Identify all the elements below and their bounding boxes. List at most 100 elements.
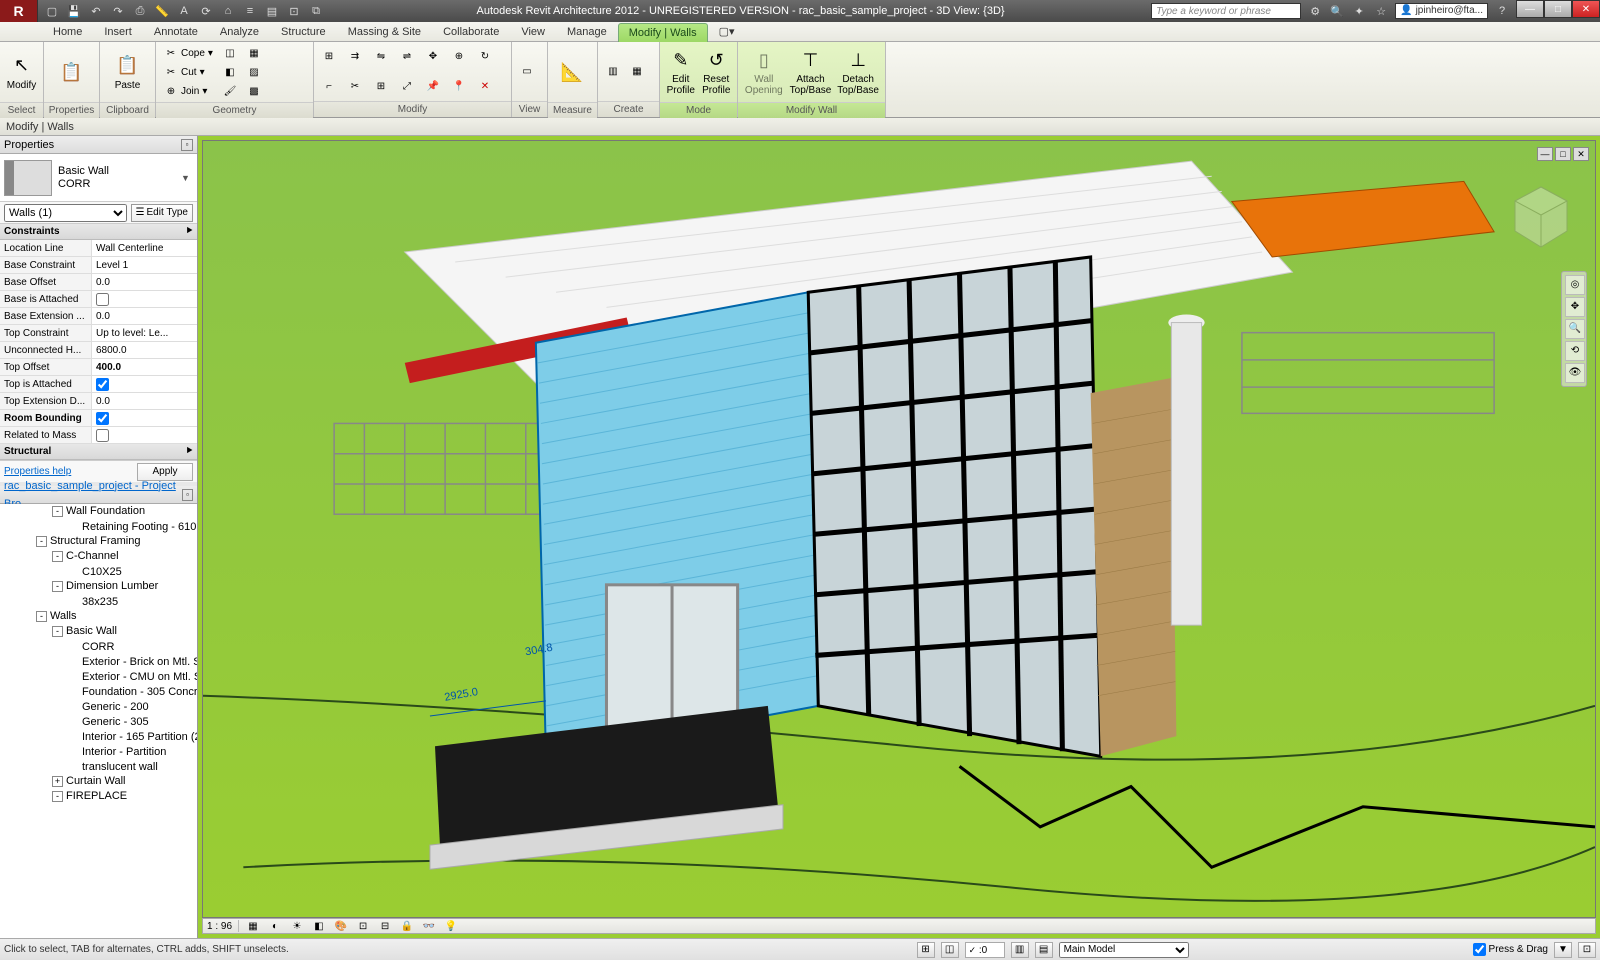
tree-expander-icon[interactable]: - — [52, 506, 63, 517]
prop-row[interactable]: Base is Attached — [0, 291, 197, 308]
prop-group-constraints[interactable]: Constraints⯈ — [0, 224, 197, 240]
tree-expander-icon[interactable]: + — [52, 776, 63, 787]
move-button[interactable]: ✥ — [422, 48, 444, 66]
design-options-icon[interactable]: ◫ — [941, 942, 959, 958]
active-only-field[interactable]: ✓ :0 — [965, 942, 1005, 958]
close-hidden-icon[interactable]: ⊡ — [286, 3, 302, 19]
exclude-options-icon[interactable]: ▤ — [1035, 942, 1053, 958]
steering-wheel-icon[interactable]: ◎ — [1565, 275, 1585, 295]
edit-profile-button[interactable]: ✎Edit Profile — [664, 44, 698, 100]
chevron-down-icon[interactable]: ▼ — [181, 173, 193, 183]
workset-select[interactable]: Main Model — [1059, 942, 1189, 958]
tree-expander-icon[interactable]: - — [36, 611, 47, 622]
tree-expander-icon[interactable]: - — [52, 581, 63, 592]
tab-view[interactable]: View — [510, 22, 556, 41]
undo-icon[interactable]: ↶ — [88, 3, 104, 19]
signed-in-user[interactable]: 👤jpinheiro@fta... — [1395, 3, 1488, 19]
attach-top-base-button[interactable]: ⊤Attach Top/Base — [788, 44, 834, 100]
app-menu-button[interactable]: R — [0, 0, 38, 22]
prop-row[interactable]: Room Bounding — [0, 410, 197, 427]
rendering-icon[interactable]: 🎨 — [333, 919, 349, 933]
switch-windows-icon[interactable]: ⧉ — [308, 3, 324, 19]
tree-item[interactable]: -Basic Wall — [0, 624, 197, 639]
measure-button[interactable]: 📐 — [552, 44, 592, 100]
create-group-button[interactable]: ▦ — [626, 63, 648, 81]
geom-btn-2[interactable]: ◧ — [219, 63, 241, 81]
tree-item[interactable]: -Wall Foundation — [0, 504, 197, 519]
properties-button[interactable]: 📋 — [48, 44, 95, 100]
geom-btn-1[interactable]: ◫ — [219, 44, 241, 62]
tree-item[interactable]: Exterior - Brick on Mtl. S — [0, 654, 197, 669]
prop-row[interactable]: Location LineWall Centerline — [0, 240, 197, 257]
3d-icon[interactable]: ⌂ — [220, 3, 236, 19]
tree-item[interactable]: -Dimension Lumber — [0, 579, 197, 594]
prop-row[interactable]: Top Extension D...0.0 — [0, 393, 197, 410]
help-icon[interactable]: ? — [1494, 3, 1510, 19]
viewcube[interactable] — [1505, 181, 1577, 253]
type-selector[interactable]: Basic Wall CORR ▼ — [0, 154, 197, 202]
prop-row[interactable]: Related to Mass — [0, 427, 197, 444]
prop-row[interactable]: Unconnected H...6800.0 — [0, 342, 197, 359]
create-similar-button[interactable]: ▥ — [602, 63, 624, 81]
key-icon[interactable]: ✦ — [1351, 3, 1367, 19]
save-icon[interactable]: 💾 — [66, 3, 82, 19]
cope-button[interactable]: ✂Cope ▾ — [160, 44, 217, 62]
pin-browser-icon[interactable]: ▫ — [182, 489, 193, 501]
prop-row[interactable]: Top Offset400.0 — [0, 359, 197, 376]
visual-style-icon[interactable]: ◐ — [267, 919, 283, 933]
orbit-icon[interactable]: ⟲ — [1565, 341, 1585, 361]
tree-expander-icon[interactable]: - — [36, 536, 47, 547]
sync-icon[interactable]: ⟳ — [198, 3, 214, 19]
view-close-button[interactable]: ✕ — [1573, 147, 1589, 161]
geom-btn-5[interactable]: ▨ — [243, 63, 265, 81]
align-button[interactable]: ⊞ — [318, 48, 340, 66]
crop-region-icon[interactable]: ⊟ — [377, 919, 393, 933]
shadows-icon[interactable]: ◧ — [311, 919, 327, 933]
rotate-button[interactable]: ↻ — [474, 48, 496, 66]
infocenter-search[interactable]: Type a keyword or phrase — [1151, 3, 1301, 19]
reset-profile-button[interactable]: ↺Reset Profile — [700, 44, 734, 100]
temp-hide-icon[interactable]: 👓 — [421, 919, 437, 933]
close-button[interactable]: ✕ — [1572, 0, 1600, 18]
delete-button[interactable]: ✕ — [474, 77, 496, 95]
tab-annotate[interactable]: Annotate — [143, 22, 209, 41]
tree-item[interactable]: translucent wall — [0, 759, 197, 774]
prop-row[interactable]: Base Offset0.0 — [0, 274, 197, 291]
geom-btn-4[interactable]: ▦ — [243, 44, 265, 62]
tab-analyze[interactable]: Analyze — [209, 22, 270, 41]
trim-button[interactable]: ⌐ — [318, 77, 340, 95]
geom-btn-3[interactable]: 🖌 — [219, 82, 241, 100]
tree-item[interactable]: Generic - 200 — [0, 699, 197, 714]
prop-row[interactable]: Base ConstraintLevel 1 — [0, 257, 197, 274]
workset-icon[interactable]: ⊞ — [917, 942, 935, 958]
filter-icon[interactable]: ▼ — [1554, 942, 1572, 958]
tree-item[interactable]: -Structural Framing — [0, 534, 197, 549]
minimize-button[interactable]: — — [1516, 0, 1544, 18]
pin-button[interactable]: 📌 — [422, 77, 444, 95]
mirror-pick-button[interactable]: ⇌ — [396, 48, 418, 66]
tree-item[interactable]: -C-Channel — [0, 549, 197, 564]
edit-type-button[interactable]: ☰Edit Type — [131, 204, 193, 222]
prop-row[interactable]: Top ConstraintUp to level: Le... — [0, 325, 197, 342]
pin-panel-icon[interactable]: ▫ — [181, 139, 193, 151]
unpin-button[interactable]: 📍 — [448, 77, 470, 95]
editable-only-icon[interactable]: ▥ — [1011, 942, 1029, 958]
tree-item[interactable]: Exterior - CMU on Mtl. S — [0, 669, 197, 684]
prop-group-structural[interactable]: Structural⯈ — [0, 444, 197, 460]
tab-structure[interactable]: Structure — [270, 22, 337, 41]
redo-icon[interactable]: ↷ — [110, 3, 126, 19]
geom-btn-6[interactable]: ▩ — [243, 82, 265, 100]
tree-item[interactable]: 38x235 — [0, 594, 197, 609]
copy-button[interactable]: ⊕ — [448, 48, 470, 66]
tab-expand[interactable]: ▢▾ — [708, 21, 746, 41]
scale-button[interactable]: ⤢ — [396, 77, 418, 95]
tab-massing-site[interactable]: Massing & Site — [337, 22, 432, 41]
text-icon[interactable]: A — [176, 3, 192, 19]
sheet-icon[interactable]: ▤ — [264, 3, 280, 19]
prop-row[interactable]: Base Extension ...0.0 — [0, 308, 197, 325]
cut-button[interactable]: ✂Cut ▾ — [160, 63, 217, 81]
exchange-icon[interactable]: 🔍 — [1329, 3, 1345, 19]
prop-row[interactable]: Top is Attached — [0, 376, 197, 393]
split-element-button[interactable]: ✂ — [344, 77, 366, 95]
maximize-button[interactable]: □ — [1544, 0, 1572, 18]
